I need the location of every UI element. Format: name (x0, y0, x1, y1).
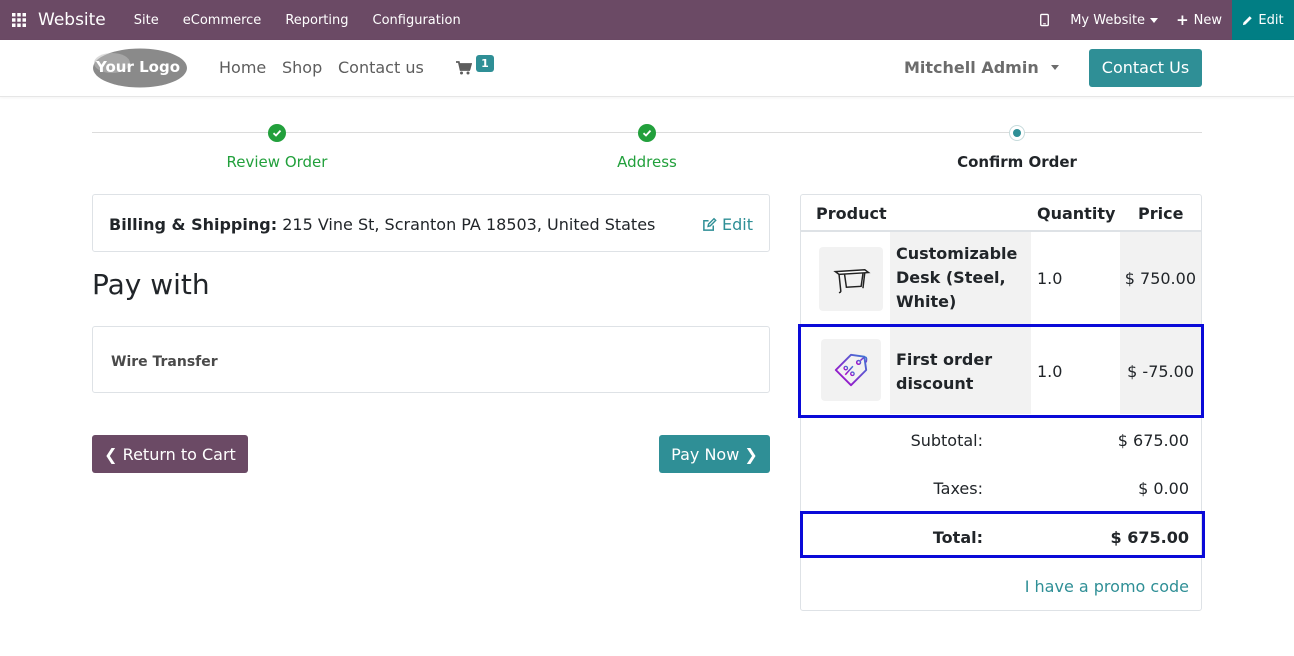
app-name[interactable]: Website (38, 10, 106, 30)
product-name[interactable]: Customizable Desk (Steel, White) (896, 242, 1017, 314)
menu-site[interactable]: Site (134, 13, 159, 28)
pencil-icon (1243, 15, 1253, 25)
website-header: Your Logo Home Shop Contact us 1 Mitchel… (0, 40, 1294, 97)
chevron-down-icon (1150, 17, 1159, 23)
website-switcher[interactable]: My Website (1070, 12, 1159, 28)
edit-button-label: Edit (1258, 12, 1284, 28)
edit-button[interactable]: Edit (1232, 0, 1294, 40)
pay-now-label: Pay Now (671, 444, 740, 464)
logo[interactable]: Your Logo (92, 48, 188, 88)
discount-line-highlight (798, 324, 1204, 418)
billing-shipping-card: Billing & Shipping: 215 Vine St, Scranto… (92, 194, 770, 252)
shopping-cart-icon[interactable] (456, 61, 472, 75)
step-address[interactable]: Address (547, 153, 747, 171)
step-current-dot-icon (1009, 125, 1025, 141)
taxes-value: $ 0.00 (1138, 479, 1189, 498)
line-quantity: 1.0 (1037, 269, 1063, 288)
col-header-product: Product (816, 204, 887, 223)
product-image[interactable] (819, 247, 883, 311)
promo-code-link[interactable]: I have a promo code (1025, 577, 1189, 596)
chevron-left-icon: ❮ (104, 444, 118, 464)
total-highlight (800, 511, 1205, 558)
new-button-label: New (1193, 12, 1222, 28)
subtotal-value: $ 675.00 (1117, 431, 1189, 450)
payment-method-option[interactable]: Wire Transfer (92, 326, 770, 393)
contact-us-button[interactable]: Contact Us (1089, 49, 1202, 87)
nav-contact-us[interactable]: Contact us (338, 58, 424, 77)
menu-configuration[interactable]: Configuration (373, 13, 461, 28)
chevron-down-icon (1050, 65, 1059, 70)
cart-count-badge: 1 (476, 55, 494, 72)
logo-text: Your Logo (95, 58, 180, 76)
nav-shop[interactable]: Shop (282, 58, 322, 77)
menu-ecommerce[interactable]: eCommerce (183, 13, 262, 28)
desk-image (833, 269, 871, 294)
subtotal-label: Subtotal: (910, 431, 983, 450)
line-price: $ 750.00 (1124, 269, 1196, 288)
new-button[interactable]: + New (1176, 11, 1222, 29)
edit-address-label: Edit (722, 215, 753, 234)
edit-icon (703, 217, 717, 231)
edit-address-link[interactable]: Edit (702, 215, 753, 234)
step-confirm-order: Confirm Order (957, 153, 1077, 171)
pay-now-button[interactable]: Pay Now ❯ (659, 435, 770, 473)
return-to-cart-label: Return to Cart (122, 444, 236, 464)
pay-with-heading: Pay with (92, 268, 210, 301)
admin-navbar: Website Site eCommerce Reporting Configu… (0, 0, 1294, 40)
step-done-check-icon[interactable] (638, 124, 656, 142)
return-to-cart-button[interactable]: ❮ Return to Cart (92, 435, 248, 473)
billing-label: Billing & Shipping: (109, 215, 278, 234)
website-switcher-label: My Website (1070, 12, 1146, 28)
user-menu[interactable]: Mitchell Admin (904, 58, 1059, 77)
col-header-price: Price (1138, 204, 1184, 223)
col-header-quantity: Quantity (1037, 204, 1116, 223)
plus-icon: + (1176, 11, 1189, 29)
apps-menu-icon[interactable] (0, 0, 38, 40)
payment-method-label: Wire Transfer (111, 354, 218, 370)
nav-home[interactable]: Home (219, 58, 266, 77)
taxes-label: Taxes: (933, 479, 983, 498)
step-done-check-icon[interactable] (268, 124, 286, 142)
mobile-preview-icon[interactable] (1040, 13, 1052, 27)
menu-reporting[interactable]: Reporting (285, 13, 348, 28)
billing-address: 215 Vine St, Scranton PA 18503, United S… (282, 215, 656, 234)
step-review-order[interactable]: Review Order (177, 153, 377, 171)
user-name: Mitchell Admin (904, 58, 1039, 77)
chevron-right-icon: ❯ (744, 444, 758, 464)
